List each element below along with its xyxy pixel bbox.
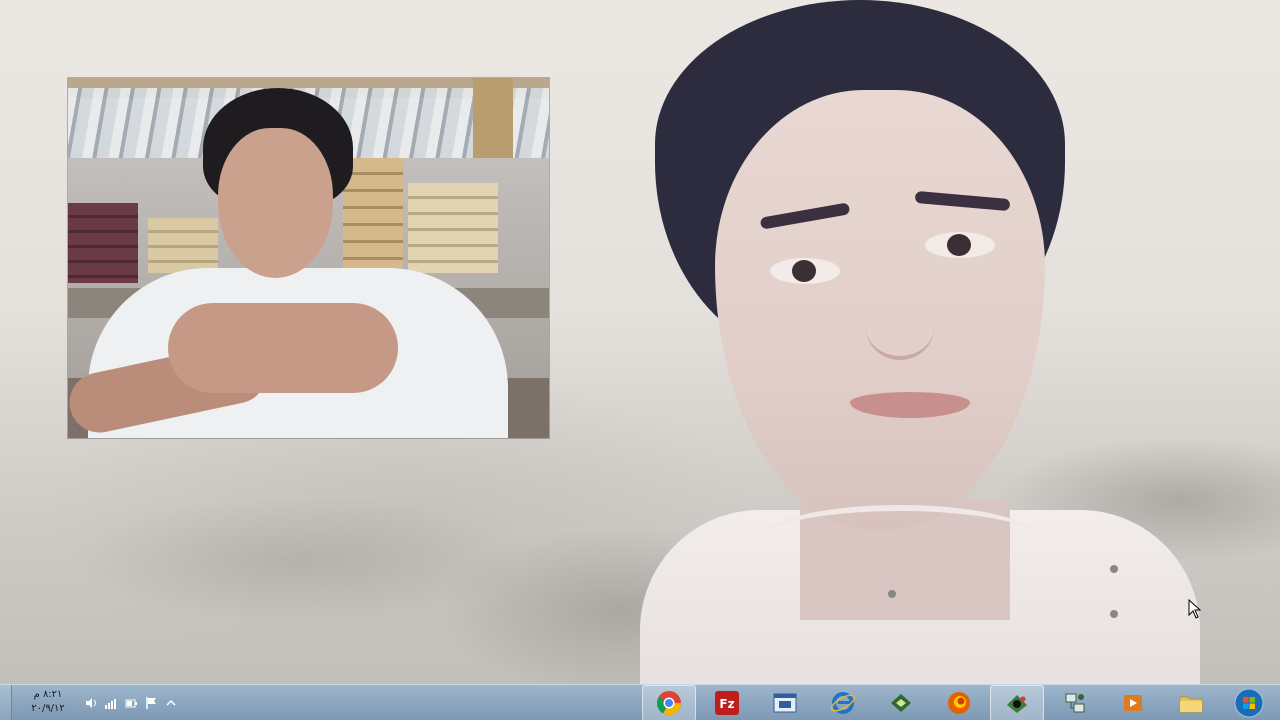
network-tool-button[interactable] <box>1048 685 1102 720</box>
wallpaper-portrait <box>600 0 1200 684</box>
video-boxes <box>68 203 138 283</box>
green-app-icon <box>891 694 911 712</box>
video-boxes <box>148 218 218 273</box>
video-person-face <box>218 128 333 278</box>
taskbar: ٨:٢١ م ٢٠/٩/١٢ Fz <box>0 684 1280 720</box>
portrait-right-eye <box>925 232 995 258</box>
show-desktop-button[interactable] <box>0 685 12 720</box>
folder-icon <box>1179 696 1203 713</box>
taskbar-apps: Fz <box>642 685 1280 720</box>
portrait-left-eye <box>770 258 840 284</box>
taskbar-clock[interactable]: ٨:٢١ م ٢٠/٩/١٢ <box>16 688 80 718</box>
clock-time: ٨:٢١ م <box>33 689 63 700</box>
video-boxes <box>408 183 498 273</box>
media-app-button[interactable] <box>990 685 1044 720</box>
video-boxes <box>343 158 403 268</box>
system-tray <box>84 694 178 712</box>
windows-start-icon <box>1234 688 1264 718</box>
media-player-icon <box>1124 695 1142 711</box>
filezilla-button[interactable]: Fz <box>700 685 754 720</box>
network-icon[interactable] <box>104 696 118 710</box>
clock-date: ٢٠/٩/١٢ <box>31 703 65 714</box>
network-tool-icon <box>1065 693 1085 713</box>
chrome-icon <box>656 691 681 716</box>
flag-icon[interactable] <box>144 696 158 710</box>
firefox-icon <box>948 692 970 714</box>
video-post <box>473 78 513 158</box>
mouse-cursor-icon <box>1188 599 1202 619</box>
media-player-button[interactable] <box>1106 685 1160 720</box>
video-window[interactable] <box>68 78 549 438</box>
internet-explorer-button[interactable] <box>816 685 870 720</box>
svg-text:Fz: Fz <box>719 697 734 711</box>
media-app-icon <box>1007 695 1027 713</box>
portrait-face <box>715 90 1045 530</box>
app-window-button[interactable] <box>758 685 812 720</box>
shirt-button <box>1110 610 1118 618</box>
app-window-icon <box>773 693 797 713</box>
chrome-button[interactable] <box>642 685 696 720</box>
power-icon[interactable] <box>124 696 138 710</box>
internet-explorer-icon <box>830 692 856 714</box>
speaker-icon[interactable] <box>84 696 98 710</box>
video-person-hands <box>168 303 398 393</box>
portrait-collar <box>760 505 1040 575</box>
filezilla-icon: Fz <box>715 691 739 715</box>
folder-button[interactable] <box>1164 685 1218 720</box>
start-button[interactable] <box>1222 685 1276 720</box>
firefox-button[interactable] <box>932 685 986 720</box>
shirt-button <box>888 590 896 598</box>
shirt-button <box>1110 565 1118 573</box>
show-hidden-icon[interactable] <box>164 696 178 710</box>
green-app-button[interactable] <box>874 685 928 720</box>
